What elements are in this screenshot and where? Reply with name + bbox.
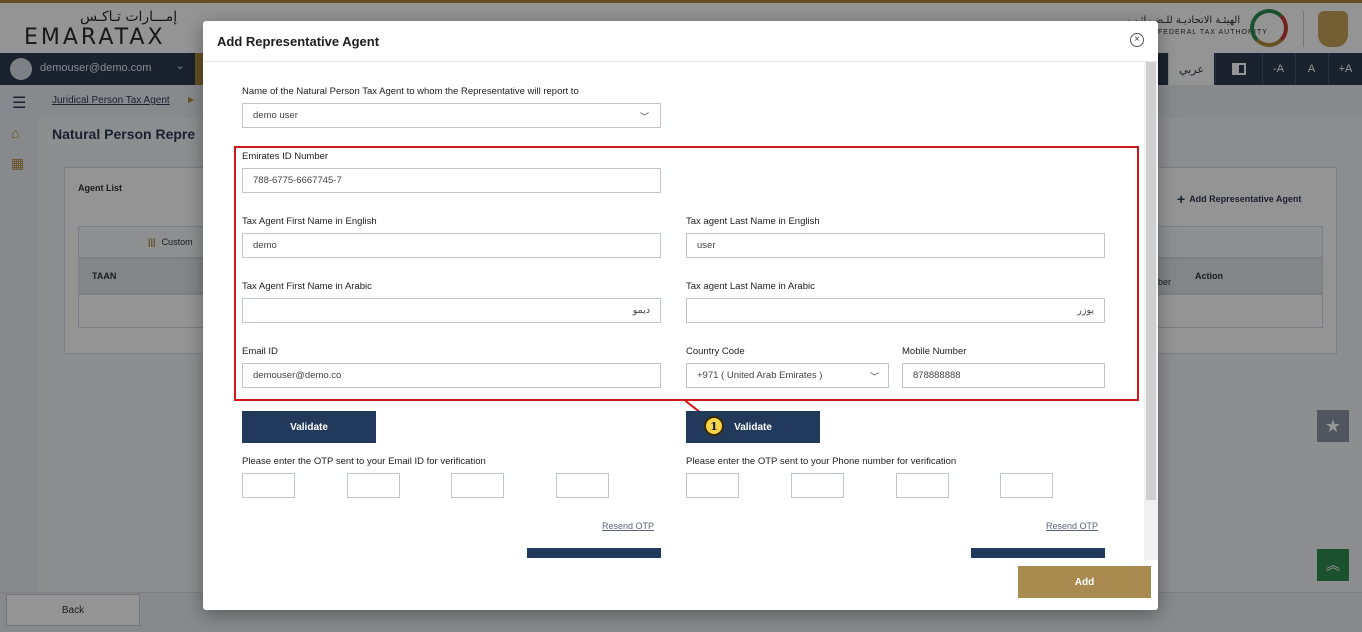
step-marker: 1 — [704, 416, 724, 436]
verify-phone-button-partial[interactable] — [971, 548, 1105, 558]
otp-phone-digit-2[interactable] — [791, 473, 844, 498]
first-name-english-label: Tax Agent First Name in English — [242, 216, 377, 227]
last-name-english-label: Tax agent Last Name in English — [686, 216, 820, 227]
add-button[interactable]: Add — [1018, 566, 1151, 598]
chevron-down-icon: ﹀ — [870, 372, 880, 382]
validate-email-button[interactable]: Validate — [242, 411, 376, 443]
country-code-label: Country Code — [686, 346, 745, 357]
otp-phone-digit-1[interactable] — [686, 473, 739, 498]
otp-email-digit-4[interactable] — [556, 473, 609, 498]
natural-person-agent-select[interactable]: demo user — [242, 103, 661, 128]
otp-email-label: Please enter the OTP sent to your Email … — [242, 456, 486, 467]
otp-phone-digit-3[interactable] — [896, 473, 949, 498]
natural-person-agent-label: Name of the Natural Person Tax Agent to … — [242, 86, 579, 97]
close-icon[interactable]: × — [1130, 33, 1144, 47]
modal-title: Add Representative Agent — [217, 34, 380, 49]
mobile-number-label: Mobile Number — [902, 346, 967, 357]
first-name-arabic-input[interactable]: ديمو — [242, 298, 661, 323]
last-name-english-input[interactable]: user — [686, 233, 1105, 258]
email-input[interactable]: demouser@demo.co — [242, 363, 661, 388]
email-label: Email ID — [242, 346, 278, 357]
country-code-select[interactable]: +971 ( United Arab Emirates ) — [686, 363, 889, 388]
otp-email-digit-1[interactable] — [242, 473, 295, 498]
emirates-id-input[interactable]: 788-6775-6667745-7 — [242, 168, 661, 193]
modal-divider — [203, 61, 1158, 62]
otp-email-digit-3[interactable] — [451, 473, 504, 498]
verify-email-button-partial[interactable] — [527, 548, 661, 558]
add-representative-modal: Add Representative Agent × Name of the N… — [203, 21, 1158, 610]
emirates-id-label: Emirates ID Number — [242, 151, 329, 162]
first-name-english-input[interactable]: demo — [242, 233, 661, 258]
resend-otp-phone-link[interactable]: Resend OTP — [1046, 521, 1098, 531]
otp-email-digit-2[interactable] — [347, 473, 400, 498]
resend-otp-email-link[interactable]: Resend OTP — [602, 521, 654, 531]
last-name-arabic-label: Tax agent Last Name in Arabic — [686, 281, 815, 292]
first-name-arabic-label: Tax Agent First Name in Arabic — [242, 281, 372, 292]
last-name-arabic-input[interactable]: يوزر — [686, 298, 1105, 323]
otp-phone-digit-4[interactable] — [1000, 473, 1053, 498]
mobile-number-input[interactable]: 878888888 — [902, 363, 1105, 388]
otp-phone-label: Please enter the OTP sent to your Phone … — [686, 456, 957, 467]
modal-scrollbar-thumb[interactable] — [1146, 62, 1156, 500]
chevron-down-icon: ﹀ — [640, 112, 650, 122]
